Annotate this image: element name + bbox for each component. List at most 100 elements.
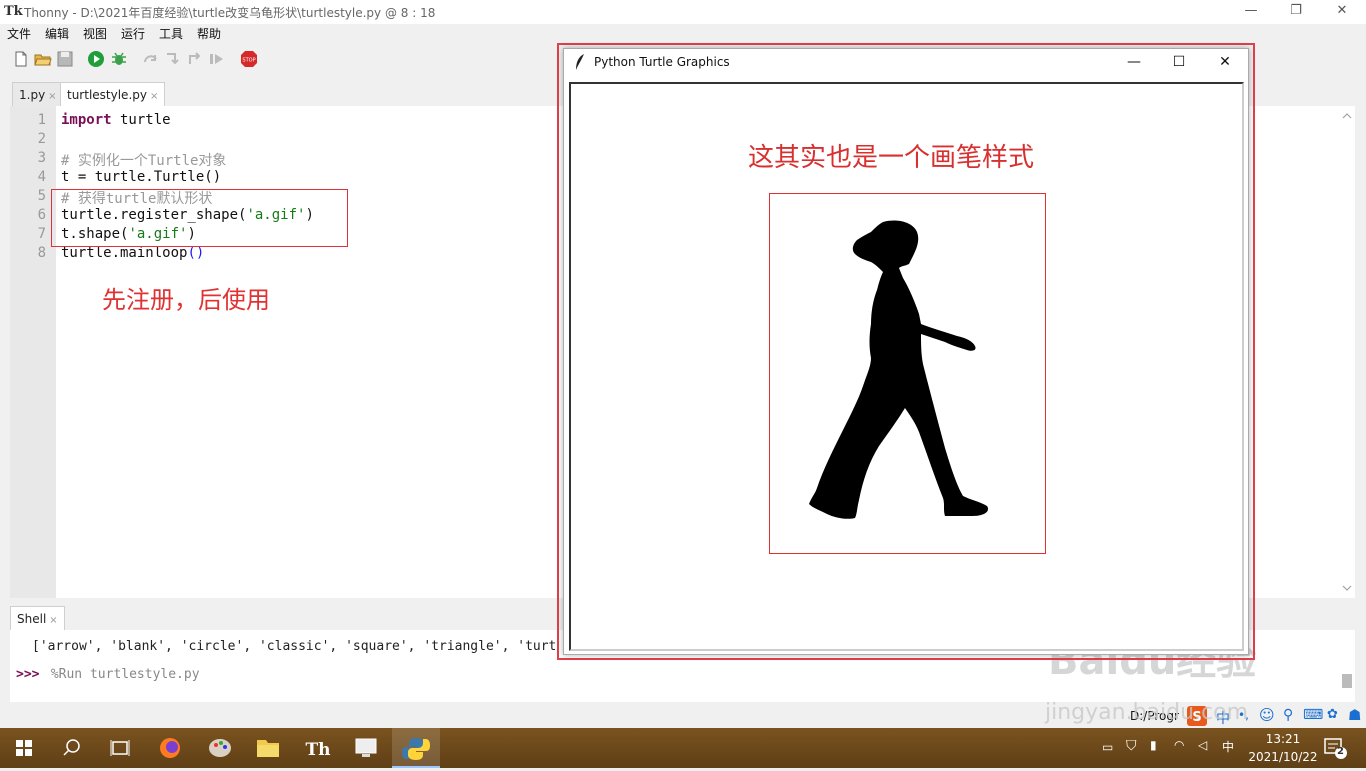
line-number: 5 bbox=[37, 188, 46, 204]
turtle-close-button[interactable]: ✕ bbox=[1203, 50, 1247, 74]
title-bar: Tk Thonny - D:\2021年百度经验\turtle改变乌龟形状\tu… bbox=[0, 0, 1366, 24]
taskbar-file-explorer[interactable] bbox=[244, 728, 292, 768]
task-view-button[interactable] bbox=[96, 728, 144, 768]
clock-time[interactable]: 13:21 bbox=[1261, 732, 1305, 746]
code-line-1: import turtle bbox=[61, 112, 171, 128]
walking-woman-silhouette bbox=[809, 220, 989, 519]
tab-label: 1.py bbox=[19, 88, 46, 102]
microphone-icon[interactable]: ⚲ bbox=[1283, 707, 1293, 723]
code-line-8: turtle.mainloop() bbox=[61, 245, 204, 261]
code-text: turtle bbox=[111, 112, 171, 128]
toolbar: STOP bbox=[0, 44, 560, 74]
step-out-icon[interactable] bbox=[186, 50, 204, 68]
taskbar-python[interactable] bbox=[392, 728, 440, 768]
search-icon bbox=[63, 739, 80, 756]
step-into-icon[interactable] bbox=[164, 50, 182, 68]
annotation-highlight-box bbox=[51, 189, 348, 247]
stop-label: STOP bbox=[242, 58, 255, 64]
line-number: 3 bbox=[37, 150, 46, 166]
svg-text:Th: Th bbox=[305, 740, 330, 760]
turtle-maximize-button[interactable]: ☐ bbox=[1157, 50, 1201, 74]
network-tray-icon[interactable]: ▭ bbox=[1102, 740, 1113, 754]
maximize-button[interactable]: ❐ bbox=[1273, 0, 1319, 24]
shell-scrollbar[interactable] bbox=[1339, 632, 1355, 702]
code-line-4: t = turtle.Turtle() bbox=[61, 169, 222, 185]
scroll-arrows-icon bbox=[1342, 113, 1352, 591]
taskbar-thonny[interactable]: Th bbox=[294, 728, 342, 768]
tab-turtlestyle-py[interactable]: turtlestyle.py × bbox=[60, 82, 166, 106]
shell-prompt: >>> bbox=[16, 667, 40, 682]
turtle-minimize-button[interactable]: — bbox=[1112, 50, 1156, 74]
tab-shell[interactable]: Shell × bbox=[10, 606, 65, 630]
turtle-annotation-text: 这其实也是一个画笔样式 bbox=[748, 143, 1035, 173]
step-over-icon[interactable] bbox=[142, 50, 160, 68]
window-title: Thonny - D:\2021年百度经验\turtle改变乌龟形状\turtl… bbox=[24, 6, 436, 20]
tab-label: turtlestyle.py bbox=[67, 88, 147, 102]
start-button[interactable] bbox=[0, 728, 48, 768]
notification-center-button[interactable]: 2 bbox=[1322, 736, 1348, 760]
tab-close-icon[interactable]: × bbox=[150, 91, 158, 102]
close-button[interactable]: ✕ bbox=[1319, 0, 1365, 24]
shell-output: ['arrow', 'blank', 'circle', 'classic', … bbox=[32, 639, 557, 654]
windows-start-icon bbox=[16, 740, 32, 756]
feather-icon bbox=[576, 54, 584, 70]
menu-file[interactable]: 文件 bbox=[7, 25, 31, 42]
ime-tray-label[interactable]: 中 bbox=[1222, 738, 1234, 755]
turtle-window-title: Python Turtle Graphics bbox=[594, 55, 730, 69]
menu-bar: 文件 编辑 视图 运行 工具 帮助 bbox=[0, 24, 1366, 42]
line-number: 1 bbox=[37, 112, 46, 128]
notification-count: 2 bbox=[1337, 746, 1344, 757]
menu-run[interactable]: 运行 bbox=[121, 25, 145, 42]
line-number: 7 bbox=[37, 226, 46, 242]
toolbox-icon[interactable]: ☗ bbox=[1348, 706, 1361, 724]
taskbar: Th ▭ ⛉ ▮ ◠ ◁ 中 2 bbox=[0, 728, 1366, 768]
notification-icon bbox=[1324, 738, 1347, 759]
open-file-icon[interactable] bbox=[34, 50, 52, 68]
tab-1-py[interactable]: 1.py × bbox=[12, 82, 64, 106]
clock-date[interactable]: 2021/10/22 bbox=[1241, 750, 1325, 764]
paint-icon bbox=[209, 739, 231, 757]
tab-close-icon[interactable]: × bbox=[48, 91, 56, 102]
task-view-icon bbox=[110, 740, 130, 756]
wifi-icon[interactable]: ◠ bbox=[1174, 738, 1184, 752]
annotation-text: 先注册，后使用 bbox=[102, 286, 270, 314]
line-number: 2 bbox=[37, 131, 46, 147]
keyword-import: import bbox=[61, 112, 112, 128]
skin-icon[interactable]: ✿ bbox=[1327, 707, 1338, 722]
editor-tabs: 1.py × turtlestyle.py × bbox=[0, 80, 560, 106]
resume-icon[interactable] bbox=[208, 50, 226, 68]
menu-help[interactable]: 帮助 bbox=[197, 25, 221, 42]
code-comment-line-3: # 实例化一个Turtle对象 bbox=[61, 153, 227, 169]
editor-scrollbar[interactable] bbox=[1339, 106, 1355, 598]
debug-icon[interactable] bbox=[110, 50, 128, 68]
security-shield-icon[interactable]: ⛉ bbox=[1126, 738, 1137, 754]
tab-close-icon[interactable]: × bbox=[49, 615, 57, 626]
scroll-thumb[interactable] bbox=[1342, 674, 1352, 688]
search-button[interactable] bbox=[48, 728, 96, 768]
menu-view[interactable]: 视图 bbox=[83, 25, 107, 42]
line-number: 8 bbox=[37, 245, 46, 261]
tab-label: Shell bbox=[17, 612, 47, 626]
save-icon[interactable] bbox=[56, 50, 74, 68]
taskbar-remote-desktop[interactable] bbox=[342, 728, 390, 768]
emoji-icon[interactable]: ☺ bbox=[1259, 706, 1275, 724]
code-text: turtle.mainloop bbox=[61, 245, 188, 261]
menu-tools[interactable]: 工具 bbox=[159, 25, 183, 42]
baidu-watermark-url: jingyan.baidu.com bbox=[1045, 700, 1249, 725]
thonny-app-icon: Tk bbox=[4, 4, 23, 19]
shell-command: %Run turtlestyle.py bbox=[43, 667, 200, 682]
line-number: 6 bbox=[37, 207, 46, 223]
battery-icon[interactable]: ▮ bbox=[1150, 738, 1157, 752]
minimize-button[interactable]: — bbox=[1228, 0, 1274, 24]
new-file-icon[interactable] bbox=[12, 50, 30, 68]
volume-icon[interactable]: ◁ bbox=[1198, 738, 1207, 752]
taskbar-firefox[interactable] bbox=[146, 728, 194, 768]
run-icon[interactable] bbox=[87, 50, 105, 68]
thonny-icon: Th bbox=[305, 740, 330, 760]
menu-edit[interactable]: 编辑 bbox=[45, 25, 69, 42]
keyboard-icon[interactable]: ⌨ bbox=[1303, 707, 1323, 723]
line-number: 4 bbox=[37, 169, 46, 185]
stop-icon[interactable]: STOP bbox=[240, 50, 258, 68]
taskbar-paint[interactable] bbox=[196, 728, 244, 768]
remote-desktop-icon bbox=[355, 738, 377, 757]
